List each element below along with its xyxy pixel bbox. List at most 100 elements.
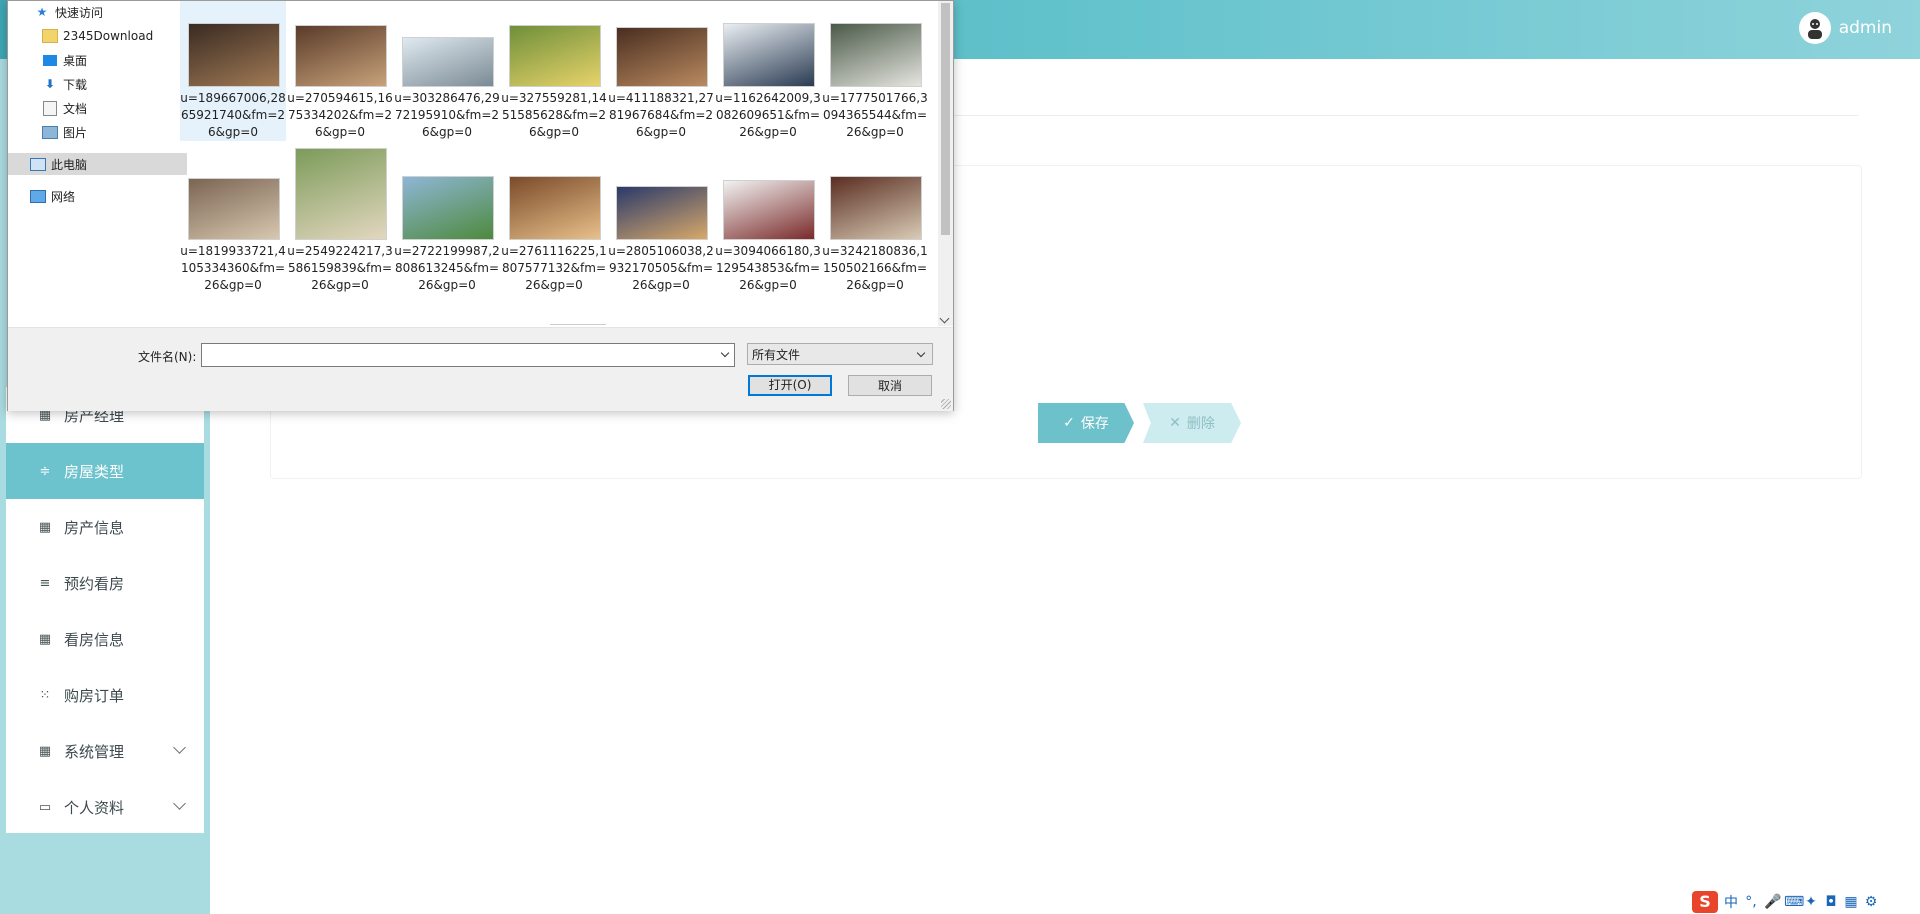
tree-item-documents[interactable]: 文档 📌 [8,97,199,119]
file-name: u=1819933721,4105334360&fm=26&gp=0 [180,244,286,292]
grid-icon: ▦ [38,519,52,535]
cancel-button[interactable]: 取消 [848,375,932,396]
computer-icon [30,157,46,171]
sidebar-item-system-management[interactable]: ▦ 系统管理 [6,723,204,779]
navigation-tree: ★ 快速访问 2345Download 📌 桌面 📌 ⬇ 下载 📌 文档 📌 图… [8,1,193,326]
sidebar-item-label: 房屋类型 [64,462,125,481]
tree-item-desktop[interactable]: 桌面 📌 [8,49,199,71]
image-thumbnail [723,23,815,87]
punctuation-toggle[interactable]: °, [1744,894,1758,910]
image-thumbnail [295,148,387,240]
file-name: u=3094066180,3129543853&fm=26&gp=0 [715,244,821,292]
file-name: u=411188321,2781967684&fm=26&gp=0 [608,91,714,139]
image-thumbnail [723,180,815,240]
avatar [1798,12,1831,44]
user-menu[interactable]: admin [1798,12,1892,44]
open-button[interactable]: 打开(O) [748,375,832,396]
delete-button[interactable]: ✕ 删除 [1143,403,1241,443]
file-name: u=1162642009,3082609651&fm=26&gp=0 [715,91,821,139]
tree-item-this-pc[interactable]: 此电脑 [8,153,187,175]
image-thumbnail [830,23,922,87]
image-thumbnail [830,176,922,240]
sidebar-item-profile[interactable]: ▭ 个人资料 [6,779,204,835]
pictures-icon [42,125,58,139]
resize-grip[interactable] [941,399,951,409]
tree-item-quick-access[interactable]: ★ 快速访问 [8,1,191,23]
sidebar-item-label: 房产信息 [64,518,125,537]
sidebar-item-purchase-orders[interactable]: ⁙ 购房订单 [6,667,204,723]
file-item[interactable]: u=1162642009,3082609651&fm=26&gp=0 [715,1,821,141]
image-thumbnail [509,176,601,240]
list-icon: ≡ [39,575,51,591]
card-icon: ▭ [38,799,52,815]
skin-icon[interactable]: ✦ [1804,894,1818,910]
file-name: u=3242180836,1150502166&fm=26&gp=0 [822,244,928,292]
toolbox-icon[interactable]: ◘ [1824,894,1838,910]
file-item[interactable]: u=327559281,1451585628&fm=26&gp=0 [501,1,607,141]
dialog-bottom-panel: 文件名(N): 所有文件 打开(O) 取消 [8,327,953,411]
chevron-down-icon [173,797,186,810]
settings-icon[interactable]: ⚙ [1864,894,1878,910]
ime-logo-icon[interactable]: S [1692,890,1718,913]
sidebar-item-label: 个人资料 [64,798,125,817]
sidebar-item-viewing-info[interactable]: ▦ 看房信息 [6,611,204,667]
chevron-down-icon [173,741,186,754]
content-divider [948,115,1858,116]
file-item[interactable]: u=2761116225,1807577132&fm=26&gp=0 [501,154,607,294]
mic-icon[interactable]: 🎤 [1764,894,1781,910]
file-item-partial [550,324,606,326]
filename-input[interactable] [201,343,735,367]
file-grid-scrollbar[interactable] [938,1,953,326]
image-thumbnail [616,27,708,87]
file-open-dialog: ★ 快速访问 2345Download 📌 桌面 📌 ⬇ 下载 📌 文档 📌 图… [7,0,954,411]
file-type-select[interactable]: 所有文件 [747,343,933,365]
file-item[interactable]: u=1777501766,3094365544&fm=26&gp=0 [822,1,928,141]
file-item[interactable]: u=2805106038,2932170505&fm=26&gp=0 [608,154,714,294]
star-icon: ★ [36,5,48,19]
language-toggle[interactable]: 中 [1724,892,1738,912]
tree-item-downloads[interactable]: ⬇ 下载 📌 [8,73,199,95]
save-button[interactable]: ✓ 保存 [1038,403,1134,443]
image-thumbnail [616,186,708,240]
download-icon: ⬇ [44,77,56,91]
grid-icon[interactable]: ▦ [1844,894,1858,910]
keyboard-icon[interactable]: ⌨ [1784,894,1804,910]
file-item[interactable]: u=411188321,2781967684&fm=26&gp=0 [608,1,714,141]
chevron-down-icon[interactable] [939,313,950,324]
file-item[interactable]: u=3242180836,1150502166&fm=26&gp=0 [822,154,928,294]
sidebar-item-label: 预约看房 [64,574,125,593]
tree-item-2345download[interactable]: 2345Download 📌 [8,25,199,47]
file-name: u=2805106038,2932170505&fm=26&gp=0 [608,244,714,292]
file-item[interactable]: u=2549224217,3586159839&fm=26&gp=0 [287,148,393,294]
file-name: u=303286476,2972195910&fm=26&gp=0 [394,91,500,139]
sidebar-item-label: 购房订单 [64,686,125,705]
file-name: u=270594615,1675334202&fm=26&gp=0 [287,91,393,139]
desktop-icon [42,53,58,67]
file-name: u=2722199987,2808613245&fm=26&gp=0 [394,244,500,292]
image-thumbnail [295,25,387,87]
file-name: u=327559281,1451585628&fm=26&gp=0 [501,91,607,139]
image-thumbnail [188,23,280,87]
network-icon [30,189,46,203]
file-item[interactable]: u=1819933721,4105334360&fm=26&gp=0 [180,154,286,294]
sidebar-item-viewing-appointment[interactable]: ≡ 预约看房 [6,555,204,611]
file-name: u=189667006,2865921740&fm=26&gp=0 [180,91,286,139]
file-item[interactable]: u=2722199987,2808613245&fm=26&gp=0 [394,154,500,294]
scrollbar-thumb[interactable] [941,3,950,235]
grid-icon: ▦ [38,631,52,647]
file-item[interactable]: u=270594615,1675334202&fm=26&gp=0 [287,1,393,141]
sidebar-item-label: 系统管理 [64,742,125,761]
file-item[interactable]: u=189667006,2865921740&fm=26&gp=0 [180,1,286,141]
user-name: admin [1838,18,1892,38]
file-item[interactable]: u=303286476,2972195910&fm=26&gp=0 [394,1,500,141]
tree-item-network[interactable]: 网络 [8,185,187,207]
folder-icon [42,29,58,43]
image-thumbnail [402,37,494,87]
sidebar-item-property-info[interactable]: ▦ 房产信息 [6,499,204,555]
file-item[interactable]: u=3094066180,3129543853&fm=26&gp=0 [715,154,821,294]
close-icon: ✕ [1169,415,1181,431]
document-icon [42,100,58,116]
chevron-down-icon[interactable] [720,348,730,358]
tree-item-pictures[interactable]: 图片 📌 [8,121,199,143]
sidebar-item-house-type[interactable]: ≑ 房屋类型 [6,443,204,499]
